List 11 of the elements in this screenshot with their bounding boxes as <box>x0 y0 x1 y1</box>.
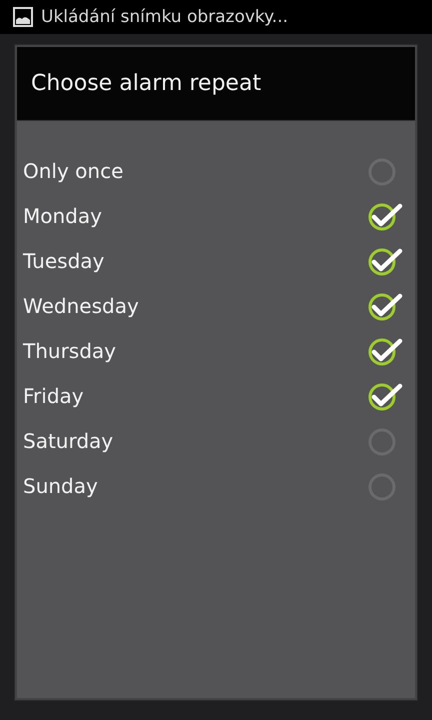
option-label[interactable]: Thursday <box>23 338 116 362</box>
notification-text: Ukládání snímku obrazovky... <box>41 7 288 27</box>
option-label[interactable]: Sunday <box>23 474 98 498</box>
option-label[interactable]: Wednesday <box>23 294 139 318</box>
option-label[interactable]: Tuesday <box>23 248 104 272</box>
image-icon <box>13 7 33 27</box>
dialog-title: Choose alarm repeat <box>31 71 262 96</box>
option-label[interactable]: Only once <box>23 158 124 182</box>
option-label[interactable]: Friday <box>23 384 84 408</box>
option-label[interactable]: Saturday <box>23 428 114 452</box>
option-label[interactable]: Monday <box>23 204 102 228</box>
